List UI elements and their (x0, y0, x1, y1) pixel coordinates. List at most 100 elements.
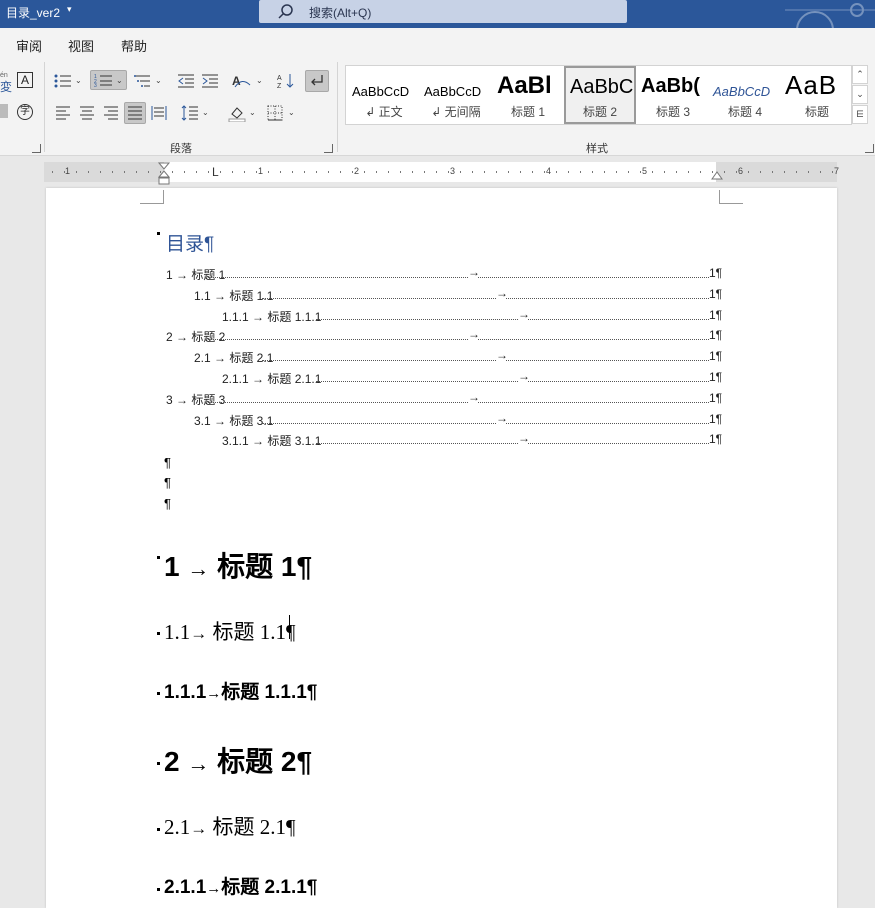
toc-entry-label: 2 → 标题 2 (166, 330, 226, 345)
character-shading-icon[interactable] (0, 104, 8, 118)
style-sample: AaBbCcD (713, 84, 771, 99)
heading-text: 标题 2.1.1¶ (221, 877, 318, 898)
paragraph-dialog-launcher-icon[interactable] (324, 144, 333, 153)
heading-2[interactable]: 2.1→ 标题 2.1¶ (164, 811, 296, 841)
toc-entry[interactable]: 1.1.1 → 标题 1.1.1 → 1¶ (222, 307, 725, 324)
toc-leader (478, 339, 709, 341)
shading-dropdown-icon[interactable]: ⌄ (249, 108, 256, 117)
distributed-icon[interactable] (148, 103, 170, 123)
heading-number: 1 (164, 551, 180, 582)
ruler-tick (196, 171, 197, 173)
align-left-icon[interactable] (52, 103, 74, 123)
toc-entry[interactable]: 3 → 标题 3 → 1¶ (166, 390, 725, 407)
ruler-tick (664, 171, 665, 173)
heading-1[interactable]: 2 → 标题 2¶ (164, 740, 312, 780)
tab-view[interactable]: 视图 (68, 36, 94, 55)
styles-group-label: 样式 (586, 143, 608, 155)
horizontal-ruler[interactable]: 1 1 2 3 4 5 6 7 L (44, 162, 839, 185)
tab-stop-marker[interactable]: L (212, 165, 219, 179)
asian-layout-icon[interactable]: A (231, 71, 255, 91)
toc-page-number: 1¶ (709, 390, 723, 405)
toc-entry-label: 2.1 → 标题 2.1 (194, 351, 274, 366)
style-normal[interactable]: AaBbCcD ↲ 正文 (348, 66, 420, 124)
character-border-icon[interactable]: A (17, 72, 33, 88)
empty-paragraph-mark[interactable]: ¶ (164, 496, 171, 511)
shading-icon[interactable] (226, 103, 248, 123)
font-dialog-launcher-icon[interactable] (32, 144, 41, 153)
paragraph-format-mark (157, 632, 160, 635)
multilevel-list-icon[interactable] (132, 71, 154, 91)
toc-page-number: 1¶ (709, 286, 723, 301)
indent-marker-icon[interactable] (158, 162, 170, 186)
style-name: 标题 1 (510, 105, 545, 119)
style-heading-2[interactable]: AaBbC 标题 2 (564, 66, 636, 124)
borders-icon[interactable] (264, 103, 286, 123)
search-box[interactable]: 搜索(Alt+Q) (259, 0, 627, 23)
toc-page-number: 1¶ (709, 370, 723, 384)
title-dropdown-caret-icon[interactable]: ▾ (67, 4, 72, 15)
asian-layout-dropdown-icon[interactable]: ⌄ (256, 76, 263, 85)
heading-3[interactable]: 1.1.1→标题 1.1.1¶ (164, 677, 317, 704)
ruler-tick (400, 171, 401, 173)
toc-leader (262, 422, 496, 424)
toc-entry[interactable]: 3.1 → 标题 3.1 → 1¶ (194, 411, 725, 428)
toc-page-number: 1¶ (709, 432, 723, 447)
line-spacing-icon[interactable] (179, 103, 201, 123)
group-separator (337, 62, 338, 152)
empty-paragraph-mark[interactable]: ¶ (164, 475, 171, 490)
ruler-number: 3 (450, 166, 456, 176)
toc-leader (528, 443, 709, 445)
toc-leader (316, 443, 518, 445)
ruler-tick (604, 171, 605, 173)
toc-entry[interactable]: 2.1 → 标题 2.1 → 1¶ (194, 348, 725, 366)
bullets-dropdown-icon[interactable]: ⌄ (75, 76, 82, 85)
bullets-icon[interactable] (52, 71, 74, 91)
toc-entry[interactable]: 1.1 → 标题 1.1 → 1¶ (194, 286, 725, 303)
styles-scroll-down-icon[interactable]: ⌄ (852, 85, 868, 104)
heading-number: 2.1 (164, 815, 191, 839)
ruler-tick (280, 171, 281, 173)
toc-entry[interactable]: 2.1.1 → 标题 2.1.1 → 1¶ (222, 369, 725, 386)
paragraph-format-mark (157, 762, 160, 765)
toc-entry[interactable]: 1 → 标题 1 → 1¶ (166, 265, 725, 282)
line-spacing-dropdown-icon[interactable]: ⌄ (202, 108, 209, 117)
show-formatting-marks-icon[interactable] (305, 70, 329, 92)
ruler-tick (268, 171, 269, 173)
align-right-icon[interactable] (100, 103, 122, 123)
decrease-indent-icon[interactable] (175, 71, 197, 91)
tab-help[interactable]: 帮助 (121, 36, 147, 55)
ruler-tick (820, 171, 821, 173)
style-title[interactable]: AaB 标题 (781, 66, 851, 124)
heading-3[interactable]: 2.1.1→标题 2.1.1¶ (164, 872, 317, 899)
style-no-spacing[interactable]: AaBbCcD ↲ 无间隔 (420, 66, 492, 124)
sort-icon[interactable]: AZ (275, 71, 297, 91)
ruler-tick (160, 171, 161, 173)
heading-2[interactable]: 1.1→ 标题 1.1¶ (164, 616, 296, 646)
style-heading-4[interactable]: AaBbCcD 标题 4 (709, 66, 781, 124)
style-heading-1[interactable]: AaBl 标题 1 (492, 66, 564, 124)
styles-dialog-launcher-icon[interactable] (865, 144, 874, 153)
title-bar: 目录_ver2 ▾ 搜索(Alt+Q) (0, 0, 875, 28)
increase-indent-icon[interactable] (199, 71, 221, 91)
enclose-character-icon[interactable]: 字 (17, 104, 33, 120)
toc-heading[interactable]: 目录¶ (166, 229, 214, 256)
document-title[interactable]: 目录_ver2 (6, 4, 60, 21)
styles-more-icon[interactable]: ⋿ (852, 105, 868, 124)
heading-1[interactable]: 1 → 标题 1¶ (164, 545, 312, 585)
ruler-tick (364, 171, 365, 173)
styles-scroll-up-icon[interactable]: ⌃ (852, 65, 868, 84)
multilevel-list-dropdown-icon[interactable]: ⌄ (155, 76, 162, 85)
ruler-tick (220, 171, 221, 173)
tab-review[interactable]: 审阅 (16, 36, 42, 55)
style-heading-3[interactable]: AaBb( 标题 3 (637, 66, 709, 124)
style-sample: AaBbCcD (352, 84, 410, 99)
justify-icon[interactable] (124, 102, 146, 124)
toc-entry[interactable]: 2 → 标题 2 → 1¶ (166, 327, 725, 345)
align-center-icon[interactable] (76, 103, 98, 123)
numbering-icon[interactable]: 1 2 3 ⌄ (90, 70, 127, 90)
toc-entry[interactable]: 3.1.1 → 标题 3.1.1 → 1¶ (222, 431, 725, 448)
borders-dropdown-icon[interactable]: ⌄ (288, 108, 295, 117)
empty-paragraph-mark[interactable]: ¶ (164, 455, 171, 470)
ruler-tick (148, 171, 149, 173)
ruler-tick (784, 171, 785, 173)
